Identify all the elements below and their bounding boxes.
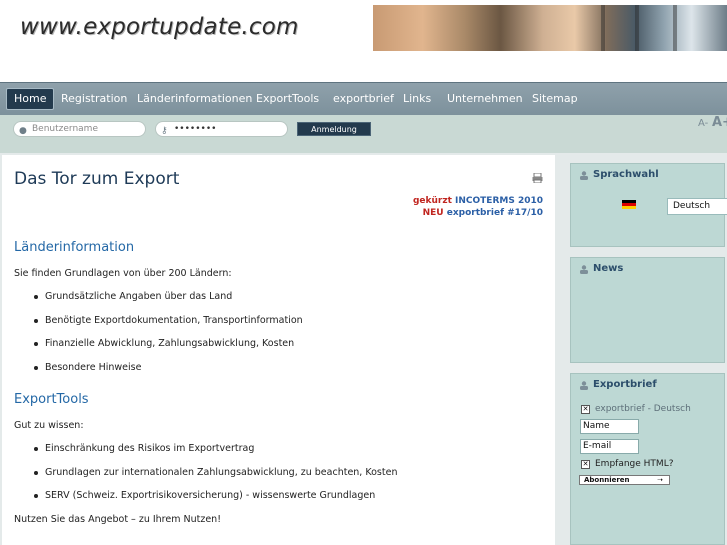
content-area: Das Tor zum Export gekürzt INCOTERMS 201…	[0, 153, 727, 545]
user-icon	[580, 381, 588, 390]
list-item: Benötigte Exportdokumentation, Transport…	[34, 315, 303, 326]
news-badge-neu: NEU	[422, 208, 444, 218]
list-item: Grundsätzliche Angaben über das Land	[33, 291, 233, 302]
news-exportbrief-text: exportbrief #17/10	[446, 208, 543, 218]
exportbrief-checkbox-label: exportbrief - Deutsch	[595, 404, 691, 414]
nav-exporttools[interactable]: ExportTools	[249, 88, 326, 110]
language-select[interactable]: Deutsch	[667, 198, 727, 215]
login-button[interactable]: Anmeldung	[297, 122, 371, 136]
section-intro: Sie finden Grundlagen von über 200 Lände…	[14, 268, 232, 279]
html-checkbox[interactable]: ✕	[581, 460, 590, 469]
html-checkbox-label: Empfange HTML?	[595, 459, 674, 469]
subscribe-button[interactable]: Abonnieren ➝	[579, 475, 670, 485]
username-placeholder: Benutzername	[32, 124, 98, 134]
list-item: SERV (Schweiz. Exportrisikoversicherung)…	[33, 490, 376, 501]
nav-unternehmen[interactable]: Unternehmen	[440, 88, 530, 110]
user-icon	[580, 265, 588, 274]
list-item: Besondere Hinweise	[33, 362, 142, 373]
news-box-title: News	[593, 263, 624, 274]
nav-exportbrief[interactable]: exportbrief	[326, 88, 401, 110]
nav-registration[interactable]: Registration	[54, 88, 134, 110]
news-badge-gekuerzt: gekürzt	[412, 196, 452, 206]
arrow-right-icon: ➝	[657, 476, 663, 484]
main-nav: Home Registration Länderinformationen Ex…	[0, 82, 727, 115]
font-size-decrease[interactable]: A-	[698, 118, 708, 129]
password-input[interactable]: ⚷ ••••••••	[155, 121, 288, 137]
header-banner-image	[373, 5, 727, 51]
news-exportbrief-link[interactable]: NEU exportbrief #17/10	[423, 208, 543, 218]
email-field[interactable]: E-mail	[580, 439, 639, 454]
font-size-increase[interactable]: A+	[712, 115, 727, 130]
section-intro: Gut zu wissen:	[14, 420, 84, 431]
login-bar: ● Benutzername ⚷ •••••••• Anmeldung	[0, 115, 727, 153]
site-logo[interactable]: www.exportupdate.com	[20, 14, 299, 40]
news-box: News	[570, 257, 725, 363]
page-title: Das Tor zum Export	[14, 169, 180, 189]
exportbrief-box-title: Exportbrief	[593, 379, 657, 390]
main-content: Das Tor zum Export gekürzt INCOTERMS 201…	[2, 155, 555, 545]
user-icon	[580, 171, 588, 180]
name-field[interactable]: Name	[580, 419, 639, 434]
news-incoterms-link[interactable]: gekürzt INCOTERMS 2010	[413, 196, 543, 206]
german-flag-icon	[622, 200, 636, 209]
closing-text: Nutzen Sie das Angebot – zu Ihrem Nutzen…	[14, 514, 222, 525]
print-icon[interactable]	[532, 173, 543, 183]
news-incoterms-text: INCOTERMS 2010	[455, 196, 543, 206]
nav-home[interactable]: Home	[6, 88, 55, 110]
list-item: Einschränkung des Risikos im Exportvertr…	[33, 443, 255, 454]
exportbrief-checkbox[interactable]: ✕	[581, 405, 590, 414]
nav-sitemap[interactable]: Sitemap	[525, 88, 585, 110]
password-value: ••••••••	[174, 124, 217, 134]
exportbrief-box: Exportbrief ✕ exportbrief - Deutsch Name…	[570, 373, 725, 545]
language-box-title: Sprachwahl	[593, 169, 659, 180]
section-title-laenderinformation[interactable]: Länderinformation	[14, 240, 134, 255]
list-item: Grundlagen zur internationalen Zahlungsa…	[33, 467, 398, 478]
subscribe-label: Abonnieren	[584, 476, 630, 484]
site-header: www.exportupdate.com	[0, 0, 727, 82]
list-item: Finanzielle Abwicklung, Zahlungsabwicklu…	[33, 338, 295, 349]
user-icon: ●	[19, 126, 27, 136]
section-title-exporttools[interactable]: ExportTools	[14, 392, 89, 407]
key-icon: ⚷	[161, 126, 168, 136]
nav-laenderinformationen[interactable]: Länderinformationen	[130, 88, 259, 110]
language-box: Sprachwahl Deutsch	[570, 163, 727, 247]
nav-links[interactable]: Links	[396, 88, 438, 110]
username-input[interactable]: ● Benutzername	[13, 121, 146, 137]
